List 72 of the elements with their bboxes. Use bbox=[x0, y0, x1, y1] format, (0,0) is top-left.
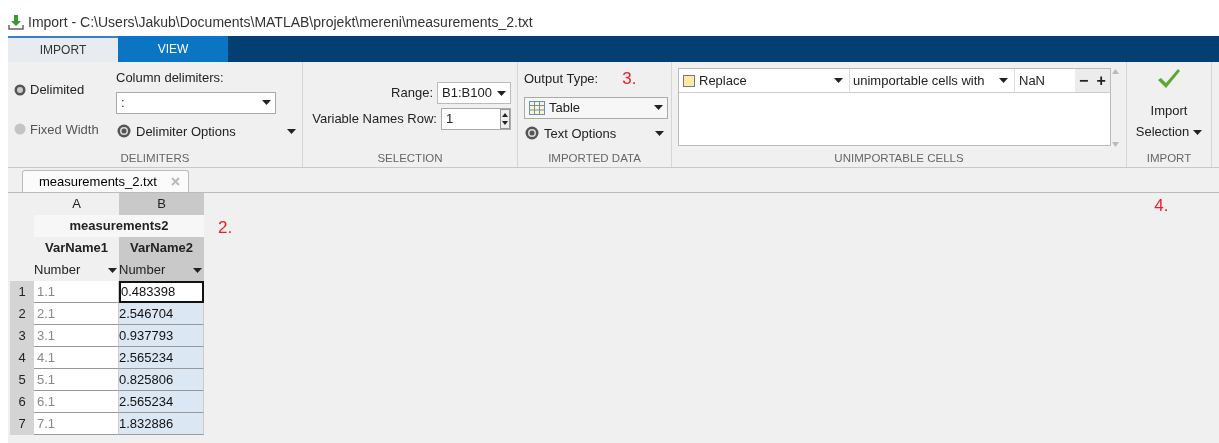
range-dropdown[interactable]: B1:B100 bbox=[437, 82, 511, 104]
column-header[interactable]: B bbox=[119, 193, 204, 215]
table-cell: 2.1 bbox=[34, 303, 119, 325]
table-cell: 4.1 bbox=[34, 347, 119, 369]
action-dropdown[interactable]: Replace bbox=[699, 69, 850, 92]
names-row-spinner[interactable]: 1 bbox=[441, 108, 511, 130]
condition-dropdown[interactable]: unimportable cells with bbox=[850, 69, 1015, 92]
caret-icon bbox=[1193, 129, 1203, 135]
table-cell: 0.937793 bbox=[119, 325, 204, 347]
field-label: Range: bbox=[391, 84, 433, 103]
table-cell: 6.1 bbox=[34, 391, 119, 413]
add-button[interactable]: + bbox=[1096, 68, 1106, 93]
table-cell: 2.565234 bbox=[119, 347, 204, 369]
caret-icon bbox=[108, 267, 117, 273]
ribbon-tab[interactable]: VIEW bbox=[118, 36, 228, 62]
row-number: 4 bbox=[10, 347, 34, 369]
field-label: Column delimiters: bbox=[116, 69, 225, 87]
table-cell: 2.546704 bbox=[119, 303, 204, 325]
table-cell: 1.832886 bbox=[119, 413, 204, 435]
row-number: 1 bbox=[10, 281, 34, 303]
section-label: IMPORT bbox=[1145, 151, 1193, 166]
section-label: UNIMPORTABLE CELLS bbox=[833, 151, 965, 166]
table-cell: 2.565234 bbox=[119, 391, 204, 413]
spinner-arrows-icon bbox=[500, 109, 510, 129]
caret-icon bbox=[262, 100, 271, 105]
remove-button[interactable]: − bbox=[1079, 68, 1089, 93]
caret-icon bbox=[999, 78, 1008, 83]
table-cell: 7.1 bbox=[34, 413, 119, 435]
table-name: measurements2 bbox=[34, 215, 204, 237]
window-title: Import - C:\Users\Jakub\Documents\MATLAB\projekt\mereni\measurements_2.txt bbox=[28, 12, 533, 32]
annotation: 4. bbox=[1154, 195, 1169, 217]
replacement-field[interactable]: NaN bbox=[1015, 69, 1075, 92]
download-icon bbox=[8, 14, 24, 30]
section-label: IMPORTED DATA bbox=[547, 151, 642, 166]
row-number: 5 bbox=[10, 369, 34, 391]
gear-icon bbox=[524, 125, 540, 142]
caret-icon bbox=[287, 128, 296, 134]
gear-icon bbox=[116, 123, 132, 140]
section-label: SELECTION bbox=[376, 151, 444, 166]
section-label: DELIMITERS bbox=[119, 151, 191, 166]
output-type-dropdown[interactable]: Table bbox=[524, 96, 668, 119]
checkmark-icon bbox=[1156, 68, 1182, 90]
annotation: 2. bbox=[218, 217, 233, 239]
row-number: 3 bbox=[10, 325, 34, 347]
import-selection-button[interactable]: Import Selection bbox=[1133, 68, 1205, 142]
delimiter-dropdown[interactable]: : bbox=[116, 91, 276, 114]
ribbon-tab[interactable]: IMPORT bbox=[8, 36, 118, 62]
text-options-button[interactable]: Text Options bbox=[524, 123, 664, 143]
table-cell: 0.825806 bbox=[119, 369, 204, 391]
table-cell: 3.1 bbox=[34, 325, 119, 347]
row-number: 7 bbox=[10, 413, 34, 435]
caret-icon bbox=[655, 130, 664, 136]
table-cell: 1.1 bbox=[34, 281, 119, 303]
table-cell: 5.1 bbox=[34, 369, 119, 391]
document-tab[interactable]: measurements_2.txt bbox=[22, 170, 189, 192]
variable-name: VarName2 bbox=[119, 237, 204, 259]
radio-button[interactable]: Delimited bbox=[14, 80, 108, 100]
delimiter-options-button[interactable]: Delimiter Options bbox=[116, 121, 296, 141]
caret-icon bbox=[654, 105, 663, 110]
radio-button[interactable]: Fixed Width bbox=[14, 119, 108, 139]
row-number: 6 bbox=[10, 391, 34, 413]
type-dropdown[interactable]: Number bbox=[119, 259, 204, 281]
table-cell: 0.483398 bbox=[119, 281, 204, 303]
table-icon bbox=[529, 100, 545, 115]
annotation: 3. bbox=[622, 68, 637, 90]
field-label: Variable Names Row: bbox=[312, 110, 437, 129]
row-number: 2 bbox=[10, 303, 34, 325]
caret-icon bbox=[193, 267, 202, 273]
field-label: Output Type: bbox=[524, 70, 599, 88]
caret-icon bbox=[834, 78, 843, 83]
close-icon bbox=[170, 177, 180, 186]
caret-icon bbox=[497, 90, 506, 96]
